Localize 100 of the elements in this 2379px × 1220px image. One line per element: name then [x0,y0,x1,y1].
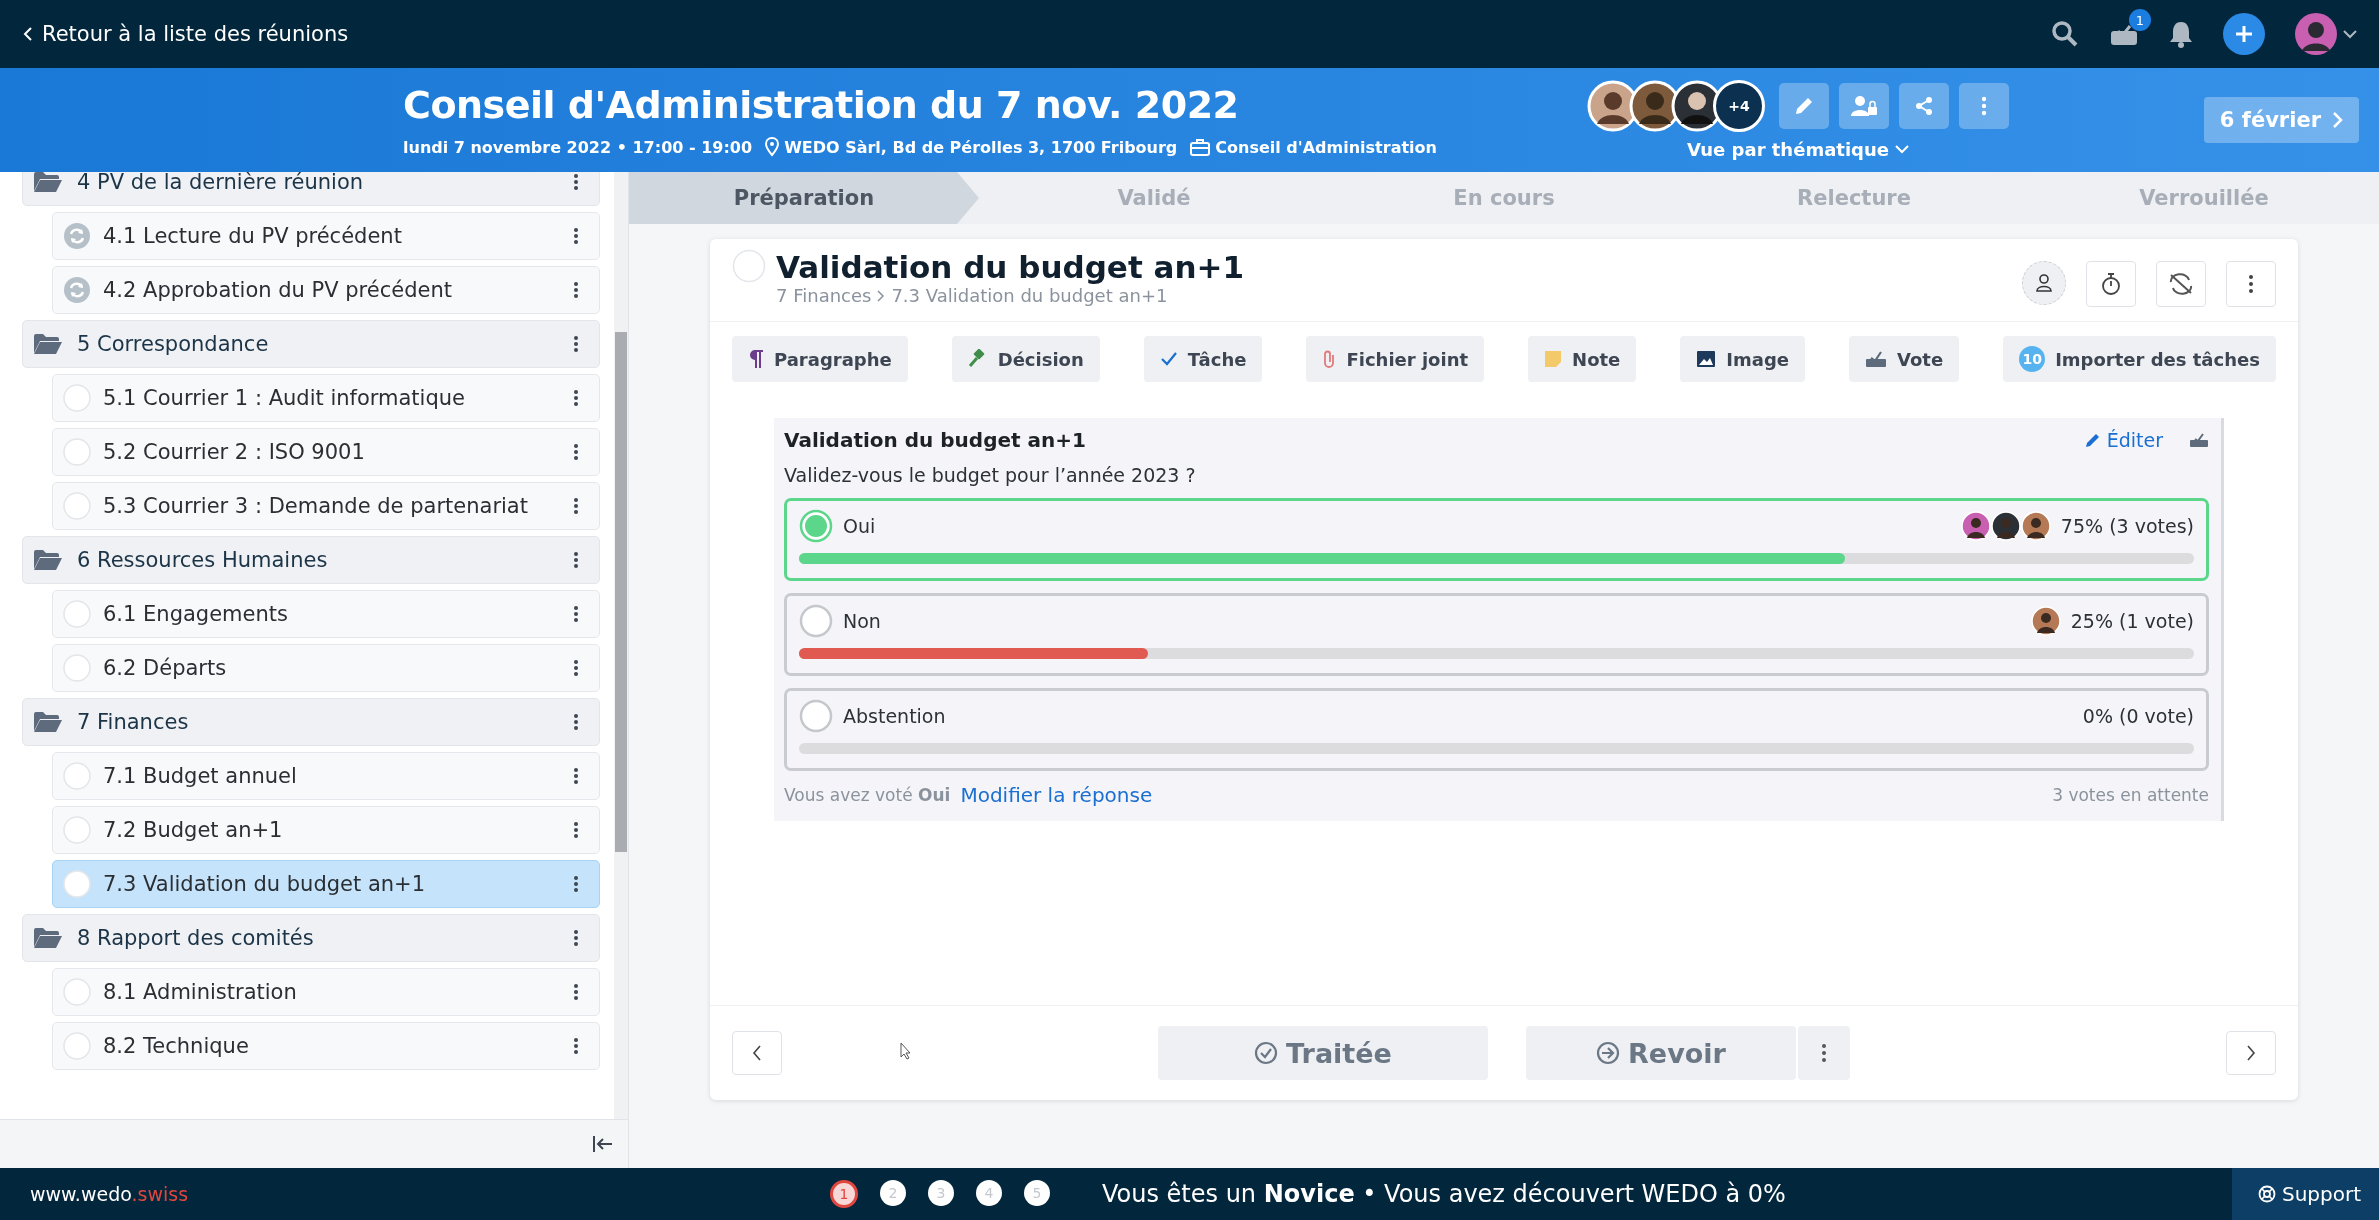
kebab-icon[interactable] [573,875,579,893]
support-button[interactable]: Support [2231,1168,2379,1220]
avatar[interactable] [2295,13,2337,55]
participants-count[interactable]: +4 [1713,79,1765,132]
briefcase-icon [1190,138,1211,156]
kebab-icon[interactable] [573,281,579,299]
topic-title: 4.2 Approbation du PV précédent [103,278,453,302]
topic-title: 8.2 Technique [103,1034,250,1058]
folder-icon [33,711,63,733]
user-icon [2034,273,2054,293]
radio-button[interactable] [799,699,833,733]
edit-link[interactable]: Éditer [2084,429,2163,451]
insert-button[interactable]: Image [1680,336,1805,382]
ballot-box-icon[interactable] [2189,432,2209,448]
kebab-icon[interactable] [573,389,579,407]
assignee-button[interactable] [2022,261,2066,305]
voter-avatar [1990,511,2021,541]
vote-result: 0% (0 vote) [2082,705,2194,727]
kebab-icon[interactable] [573,605,579,623]
access-button[interactable] [1839,82,1889,129]
meeting-title: Conseil d'Administration du 7 nov. 2022 [403,83,1239,127]
search-icon[interactable] [2051,20,2079,48]
vote-option[interactable]: Abstention 0% (0 vote) [784,688,2209,771]
timer-button[interactable] [2086,261,2136,307]
back-link[interactable]: Retour à la liste des réunions [22,22,349,46]
kebab-icon[interactable] [573,335,579,353]
insert-button[interactable]: Vote [1849,336,1960,382]
section-row[interactable]: 7 Finances [22,698,600,746]
topic-row[interactable]: 6.1 Engagements [52,590,600,638]
section-row[interactable]: 6 Ressources Humaines [22,536,600,584]
topic-title: 5.3 Courrier 3 : Demande de partenariat [103,494,529,518]
review-button[interactable]: Revoir [1526,1026,1796,1080]
topic-row[interactable]: 7.1 Budget annuel [52,752,600,800]
sticky-note-icon [1544,350,1563,368]
kebab-icon[interactable] [573,497,579,515]
insert-button[interactable]: Paragraphe [732,336,908,382]
share-button[interactable] [1899,82,1949,129]
arrow-circle-icon [1596,1041,1621,1065]
topic-row[interactable]: 8.1 Administration [52,968,600,1016]
meeting-organization: Conseil d'Administration [1215,137,1437,157]
section-row[interactable]: 8 Rapport des comités [22,914,600,962]
kebab-icon[interactable] [573,173,579,191]
topic-row[interactable]: 4.2 Approbation du PV précédent [52,266,600,314]
workflow-step[interactable]: Préparation [629,172,979,224]
change-answer-link[interactable]: Modifier la réponse [960,783,1153,807]
kebab-icon[interactable] [573,821,579,839]
topic-row[interactable]: 5.2 Courrier 2 : ISO 9001 [52,428,600,476]
collapse-icon[interactable] [592,1135,614,1153]
recurring-icon [63,276,91,304]
chevron-down-icon[interactable] [2343,29,2357,39]
voter-avatar [1960,511,1991,541]
level-step: 2 [880,1180,906,1206]
topic-row[interactable]: 5.3 Courrier 3 : Demande de partenariat [52,482,600,530]
topic-row[interactable]: 7.3 Validation du budget an+1 [52,860,600,908]
insert-button[interactable]: Tâche [1143,336,1263,382]
pencil-icon [2084,432,2101,448]
topic-row[interactable]: 5.1 Courrier 1 : Audit informatique [52,374,600,422]
insert-button[interactable]: Décision [951,336,1100,382]
topic-title: 6.1 Engagements [103,602,289,626]
kebab-icon [1981,95,1987,116]
kebab-icon[interactable] [573,983,579,1001]
count-badge: 10 [2019,346,2046,372]
insert-button[interactable]: Note [1528,336,1637,382]
kebab-icon[interactable] [573,443,579,461]
vote-title: Validation du budget an+1 [784,428,1087,452]
my-vote-text: Vous avez voté Oui [784,785,951,805]
kebab-icon[interactable] [573,551,579,569]
kebab-icon[interactable] [573,1037,579,1055]
voter-avatar [2020,511,2051,541]
topic-row[interactable]: 6.2 Départs [52,644,600,692]
view-selector[interactable]: Vue par thématique [1681,137,1915,161]
edit-button[interactable] [1779,82,1829,129]
topic-title: 7.3 Validation du budget an+1 [103,872,427,896]
processed-button[interactable]: Traitée [1158,1026,1488,1080]
more-button[interactable] [1959,82,2009,129]
kebab-icon[interactable] [573,929,579,947]
kebab-icon[interactable] [573,767,579,785]
topic-row[interactable]: 7.2 Budget an+1 [52,806,600,854]
topic-row[interactable]: 4.1 Lecture du PV précédent [52,212,600,260]
repeat-off-button[interactable] [2156,261,2206,307]
bell-icon[interactable] [2169,20,2193,48]
vote-result: 25% (1 vote) [2070,610,2194,632]
section-row[interactable]: 4 PV de la dernière réunion [22,172,600,206]
kebab-icon[interactable] [573,713,579,731]
insert-button[interactable]: Fichier joint [1306,336,1485,382]
radio-button[interactable] [799,509,833,543]
scrollbar[interactable] [614,172,628,1119]
topic-heading: Validation du budget an+1 [776,249,1246,285]
kebab-icon [2248,274,2254,294]
add-button[interactable] [2223,13,2265,55]
kebab-icon[interactable] [573,227,579,245]
website-link[interactable]: www.wedo.swiss [0,1183,830,1205]
insert-button[interactable]: 10 Importer des tâches [2003,336,2276,382]
topic-row[interactable]: 8.2 Technique [52,1022,600,1070]
vote-option[interactable]: Non 25% (1 vote) [784,593,2209,676]
vote-option[interactable]: Oui 75% (3 votes) [784,498,2209,581]
kebab-icon[interactable] [573,659,579,677]
radio-button[interactable] [799,604,833,638]
recurring-icon [63,222,91,250]
section-row[interactable]: 5 Correspondance [22,320,600,368]
